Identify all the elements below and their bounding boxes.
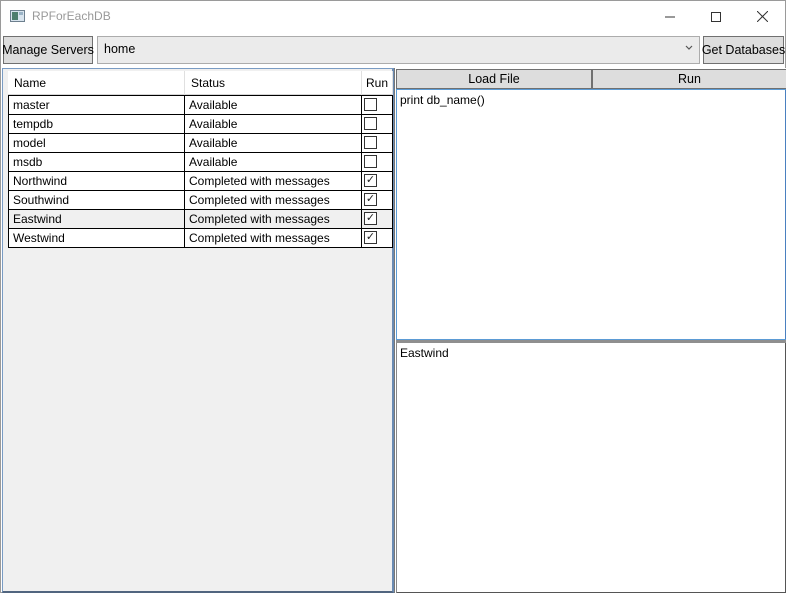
table-row[interactable]: Eastwind Completed with messages ✓ (8, 210, 393, 229)
server-combobox[interactable]: home (97, 36, 700, 64)
run-checkbox[interactable]: ✓ (364, 193, 377, 206)
table-row[interactable]: msdb Available (8, 153, 393, 172)
cell-run: ✓ (362, 191, 392, 209)
database-list-pane: Name Status Run master Available tempdb Ava… (2, 68, 394, 593)
script-text: print db_name() (400, 93, 485, 107)
load-file-button[interactable]: Load File (396, 69, 592, 89)
app-icon (10, 10, 25, 22)
output-text: Eastwind (400, 346, 449, 360)
server-combobox-value: home (104, 42, 136, 56)
output-panel[interactable]: Eastwind (396, 343, 786, 593)
table-row[interactable]: Northwind Completed with messages ✓ (8, 172, 393, 191)
chevron-down-icon[interactable] (685, 44, 693, 54)
cell-run (362, 115, 392, 133)
cell-name: master (9, 96, 185, 114)
cell-run: ✓ (362, 172, 392, 190)
cell-status: Available (185, 153, 362, 171)
minimize-button[interactable] (647, 1, 693, 32)
title-bar: RPForEachDB (1, 1, 785, 32)
column-header-name[interactable]: Name (8, 71, 185, 95)
cell-name: msdb (9, 153, 185, 171)
table-row[interactable]: Southwind Completed with messages ✓ (8, 191, 393, 210)
cell-status: Completed with messages (185, 191, 362, 209)
cell-name: Westwind (9, 229, 185, 247)
run-checkbox[interactable] (364, 155, 377, 168)
table-row[interactable]: master Available (8, 96, 393, 115)
script-editor[interactable]: print db_name() (396, 89, 786, 340)
grid-header: Name Status Run (8, 71, 393, 95)
table-row[interactable]: tempdb Available (8, 115, 393, 134)
close-icon (756, 11, 768, 22)
cell-run (362, 153, 392, 171)
column-header-run[interactable]: Run (362, 71, 393, 95)
run-checkbox[interactable] (364, 117, 377, 130)
maximize-icon (711, 11, 721, 22)
run-button[interactable]: Run (592, 69, 786, 89)
manage-servers-button[interactable]: Manage Servers (2, 36, 94, 64)
cell-status: Completed with messages (185, 229, 362, 247)
minimize-icon (665, 16, 675, 17)
cell-name: tempdb (9, 115, 185, 133)
cell-run: ✓ (362, 229, 392, 247)
window-title: RPForEachDB (32, 9, 111, 23)
cell-status: Completed with messages (185, 172, 362, 190)
cell-status: Available (185, 134, 362, 152)
get-databases-button[interactable]: Get Databases (702, 36, 785, 64)
maximize-button[interactable] (693, 1, 739, 32)
cell-name: Eastwind (9, 210, 185, 228)
cell-name: Northwind (9, 172, 185, 190)
cell-run (362, 134, 392, 152)
run-checkbox[interactable] (364, 98, 377, 111)
cell-name: model (9, 134, 185, 152)
column-header-status[interactable]: Status (185, 71, 362, 95)
run-checkbox[interactable]: ✓ (364, 212, 377, 225)
app-window: RPForEachDB Manage Servers home Get Data… (0, 0, 786, 593)
grid-rows: master Available tempdb Available model Avail… (8, 95, 393, 248)
database-grid[interactable]: Name Status Run master Available tempdb Ava… (8, 71, 393, 248)
run-checkbox[interactable] (364, 136, 377, 149)
cell-status: Available (185, 115, 362, 133)
cell-run: ✓ (362, 210, 392, 228)
close-button[interactable] (739, 1, 785, 32)
cell-status: Completed with messages (185, 210, 362, 228)
cell-run (362, 96, 392, 114)
cell-status: Available (185, 96, 362, 114)
table-row[interactable]: Westwind Completed with messages ✓ (8, 229, 393, 248)
cell-name: Southwind (9, 191, 185, 209)
run-checkbox[interactable]: ✓ (364, 231, 377, 244)
run-checkbox[interactable]: ✓ (364, 174, 377, 187)
table-row[interactable]: model Available (8, 134, 393, 153)
script-pane: Load File Run print db_name() Eastwind (394, 68, 786, 593)
